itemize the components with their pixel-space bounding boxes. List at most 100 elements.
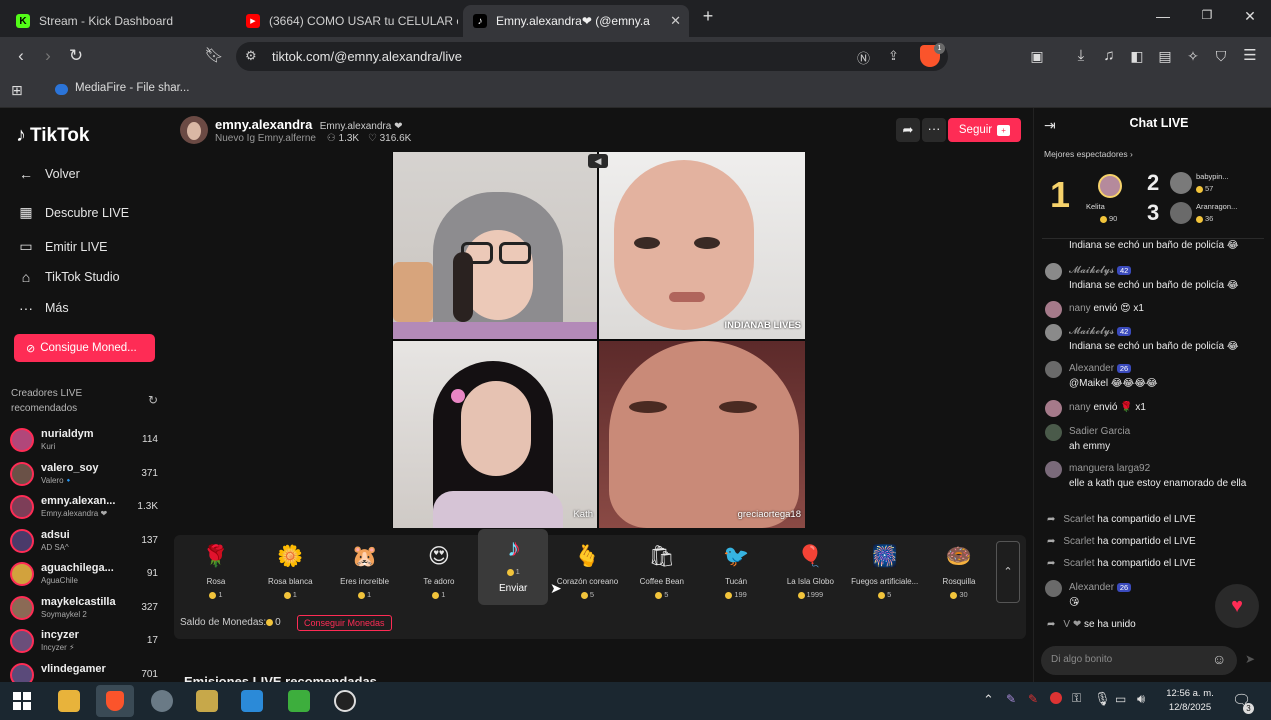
conseguir-monedas-button[interactable]: Conseguir Monedas (297, 615, 392, 631)
tray-app-icon[interactable]: ✎ (1028, 692, 1038, 706)
tab-search-icon[interactable]: ▣ (1027, 46, 1047, 66)
video-tile-guest-2[interactable]: Kath (393, 341, 597, 528)
gift-item[interactable]: 🛍 Coffee Bean 5 (627, 543, 697, 599)
video-tile-host[interactable] (393, 152, 597, 339)
video-tile-guest-1[interactable]: INDIANAB LIVES (599, 152, 805, 339)
chat-username[interactable]: Scarlet (1063, 558, 1094, 569)
reader-off-icon[interactable]: Ⓝ (857, 48, 870, 67)
consigue-monedas-button[interactable]: ⊘ Consigue Moned... (14, 334, 155, 362)
mute-icon[interactable]: ◀︎ (588, 154, 608, 168)
back-icon[interactable]: ‹ (11, 46, 31, 66)
new-tab-button[interactable]: + (698, 6, 718, 27)
chat-username[interactable]: V ❤ (1063, 619, 1081, 630)
follow-button[interactable]: Seguir + (948, 118, 1021, 142)
chat-avatar[interactable] (1045, 424, 1062, 441)
url-text[interactable]: tiktok.com/@emny.alexandra/live (272, 49, 462, 64)
gift-item[interactable]: 🐹 Eres increíble 1 (330, 543, 400, 599)
vpn-icon[interactable]: ⛉ (1211, 46, 1231, 66)
nav-descubre-live[interactable]: ▦ Descubre LIVE (16, 204, 129, 221)
nav-tiktok-studio[interactable]: ⌂ TikTok Studio (16, 269, 120, 285)
tab-tiktok-live[interactable]: ♪ Emny.alexandra❤ (@emny.a ✕ (463, 5, 689, 37)
video-tile-guest-3[interactable]: greciaortega18 (599, 341, 805, 528)
video-grid[interactable]: INDIANAB LIVES Kath greciaortega18 ◀︎ (392, 152, 805, 528)
chat-username[interactable]: nany (1069, 402, 1091, 413)
chat-avatar[interactable] (1045, 461, 1062, 478)
more-options-icon[interactable]: ··· (922, 118, 946, 142)
chat-username[interactable]: manguera larga92 (1069, 463, 1150, 474)
download-icon[interactable]: ⤓ (1071, 46, 1091, 66)
share-icon[interactable]: ➦ (896, 118, 920, 142)
media-icon[interactable]: ♫ (1099, 46, 1119, 66)
gift-item[interactable]: 🎆 Fuegos artificiale... 5 (850, 543, 920, 599)
close-tab-icon[interactable]: ✕ (670, 13, 681, 29)
menu-icon[interactable]: ☰ (1240, 46, 1260, 66)
send-gift-button[interactable]: Enviar (478, 583, 548, 594)
apps-grid-icon[interactable]: ⊞ (11, 82, 23, 99)
tiktok-logo[interactable]: ♪ TikTok (16, 124, 89, 147)
chat-avatar[interactable] (1045, 324, 1062, 341)
emoji-icon[interactable]: ☺ (1212, 651, 1226, 667)
tray-app-icon[interactable] (1050, 692, 1062, 704)
leo-ai-icon[interactable]: ✧ (1183, 46, 1203, 66)
creator-item[interactable]: nurialdym Kuri 114 (10, 426, 160, 456)
app-icon[interactable] (196, 690, 218, 712)
chat-avatar[interactable] (1045, 263, 1062, 280)
send-icon[interactable]: ➤ (1245, 652, 1255, 666)
tray-chevron-icon[interactable]: ⌃ (983, 692, 994, 708)
creator-item[interactable]: adsui AD SA^ 137 (10, 527, 160, 557)
app-icon[interactable] (241, 690, 263, 712)
share-page-icon[interactable]: ⇪ (888, 48, 899, 64)
sidebar-icon[interactable]: ◧ (1127, 46, 1147, 66)
gift-item[interactable]: ♪ 1 Enviar (478, 529, 549, 605)
top-viewers-heading[interactable]: Mejores espectadores › (1044, 149, 1133, 159)
bookmark-mediafire[interactable]: MediaFire - File shar... (75, 82, 189, 94)
gift-item[interactable]: 🐦 Tucán 199 (701, 543, 771, 599)
gift-item[interactable]: 🍩 Rosquilla 30 (924, 543, 994, 599)
chat-avatar[interactable] (1045, 361, 1062, 378)
obs-icon[interactable] (334, 690, 356, 712)
chat-username[interactable]: Alexander (1069, 582, 1114, 593)
chat-username[interactable]: Sadier Garcia (1069, 426, 1130, 437)
chat-avatar[interactable] (1045, 400, 1062, 417)
forward-icon[interactable]: › (38, 46, 58, 66)
expand-gifts-icon[interactable]: ⌃ (996, 541, 1020, 603)
gift-item[interactable]: 🫰 Corazón coreano 5 (553, 543, 623, 599)
nav-mas[interactable]: ··· Más (16, 300, 69, 316)
creator-item[interactable]: incyzer Incyzer ⚡ 17 (10, 627, 160, 657)
microphone-icon[interactable]: 🎙︎ (1094, 691, 1111, 707)
creator-item[interactable]: maykelcastilla Soymaykel 2 327 (10, 594, 160, 624)
file-explorer-icon[interactable] (58, 690, 80, 712)
brave-taskbar-icon[interactable] (96, 685, 134, 717)
gift-item[interactable]: 🌼 Rosa blanca 1 (255, 543, 325, 599)
reload-icon[interactable]: ↻ (66, 46, 86, 66)
close-window-icon[interactable]: ✕ (1240, 8, 1260, 25)
windows-start-icon[interactable] (13, 692, 31, 710)
chat-username[interactable]: Scarlet (1063, 514, 1094, 525)
host-avatar[interactable] (180, 116, 208, 144)
minimize-icon[interactable]: — (1153, 8, 1173, 24)
app-icon[interactable] (288, 690, 310, 712)
like-heart-button[interactable]: ♥ (1215, 584, 1259, 628)
clock[interactable]: 12:56 a. m. 12/8/2025 (1160, 687, 1220, 715)
top-viewer-avatar[interactable] (1170, 202, 1192, 224)
gift-item[interactable]: 🌹 Rosa 1 (181, 543, 251, 599)
tab-kick-dashboard[interactable]: K Stream - Kick Dashboard (6, 5, 232, 37)
creator-item[interactable]: valero_soy Valero🔹 371 (10, 460, 160, 490)
restore-icon[interactable]: ❐ (1197, 8, 1217, 22)
tray-app-icon[interactable]: ⚿ (1072, 691, 1081, 706)
top-viewer-avatar[interactable] (1098, 174, 1122, 198)
volume-icon[interactable]: 🔊︎ (1137, 691, 1145, 707)
site-settings-icon[interactable]: ⚙ (245, 48, 257, 64)
nav-volver[interactable]: ← Volver (16, 166, 80, 182)
tray-app-icon[interactable]: ✎ (1006, 692, 1016, 706)
gift-item[interactable]: 😍 Te adoro 1 (404, 543, 474, 599)
chat-username[interactable]: 𝓜𝓪𝓲𝓴𝓮𝓵𝔂𝓼 (1069, 326, 1114, 337)
refresh-icon[interactable]: ↻ (148, 393, 158, 407)
gift-item[interactable]: 🎈 La Isla Globo 1999 (775, 543, 845, 599)
network-icon[interactable]: ▭ (1115, 692, 1126, 706)
chat-username[interactable]: Scarlet (1063, 536, 1094, 547)
creator-item[interactable]: aguachilega... AguaChile 91 (10, 560, 160, 590)
top-viewer-avatar[interactable] (1170, 172, 1192, 194)
bookmark-icon[interactable]: 🔖︎ (204, 46, 224, 66)
chat-avatar[interactable] (1045, 301, 1062, 318)
